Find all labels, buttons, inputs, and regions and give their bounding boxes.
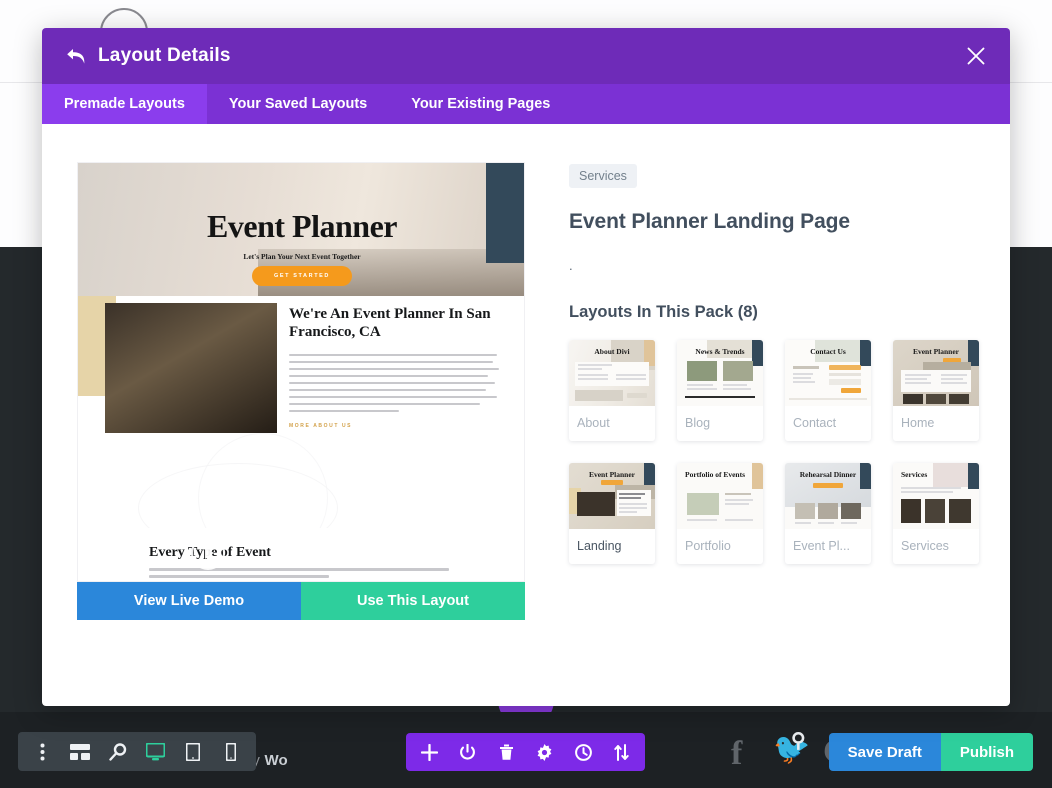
pack-heading: Layouts In This Pack (8) bbox=[569, 303, 979, 322]
layout-card-contact[interactable]: Contact Us Contact bbox=[785, 340, 871, 441]
layout-thumbnail: About Divi bbox=[569, 340, 655, 406]
screen-root: hemes | Powered by Wo f 🐦 G + ⚲ ? ◻ vM bbox=[0, 0, 1052, 788]
layout-card-home[interactable]: Event Planner bbox=[893, 340, 979, 441]
layout-card-portfolio[interactable]: Portfolio of Events Portfolio bbox=[677, 463, 763, 564]
preview-action-buttons: View Live Demo Use This Layout bbox=[77, 582, 525, 620]
layout-title: Event Planner Landing Page bbox=[569, 210, 979, 234]
layout-card-label: About bbox=[569, 406, 655, 441]
tab-your-saved-layouts[interactable]: Your Saved Layouts bbox=[207, 84, 389, 124]
layout-details-panel: Services Event Planner Landing Page . La… bbox=[569, 162, 979, 620]
modal-body: Event Planner Let's Plan Your Next Event… bbox=[42, 124, 1010, 620]
publish-button[interactable]: Publish bbox=[941, 733, 1033, 771]
search-badge-icon[interactable]: ⚲ bbox=[791, 731, 806, 751]
plus-icon[interactable] bbox=[416, 739, 442, 765]
layout-card-label: Landing bbox=[569, 529, 655, 564]
layout-thumbnail: Event Planner bbox=[569, 463, 655, 529]
layout-card-services[interactable]: Services Services bbox=[893, 463, 979, 564]
close-icon[interactable] bbox=[964, 44, 988, 68]
sort-arrows-icon[interactable] bbox=[609, 739, 635, 765]
layout-thumbnail-title: News & Trends bbox=[677, 347, 763, 356]
save-draft-button[interactable]: Save Draft bbox=[829, 733, 941, 771]
preview-mid-text: We're An Event Planner In San Francisco,… bbox=[289, 305, 501, 429]
layout-preview-panel: Event Planner Let's Plan Your Next Event… bbox=[77, 162, 525, 620]
use-this-layout-button[interactable]: Use This Layout bbox=[301, 582, 525, 620]
footer-credit-bold: Wo bbox=[264, 752, 287, 769]
preview-hero-subtitle: Let's Plan Your Next Event Together bbox=[78, 252, 525, 261]
editor-action-buttons: Save Draft Publish bbox=[829, 733, 1033, 771]
layout-details-modal: Layout Details Premade Layouts Your Save… bbox=[42, 28, 1010, 706]
desktop-icon[interactable] bbox=[143, 739, 169, 765]
layout-card-label: Contact bbox=[785, 406, 871, 441]
facebook-icon[interactable]: f bbox=[731, 737, 742, 771]
layout-card-about[interactable]: About Divi About bbox=[569, 340, 655, 441]
layout-thumbnail: Rehearsal Dinner bbox=[785, 463, 871, 529]
power-icon[interactable] bbox=[455, 739, 481, 765]
category-badge: Services bbox=[569, 164, 637, 188]
preview-hero-cta-button: GET STARTED bbox=[252, 266, 352, 286]
layout-grid-icon[interactable] bbox=[67, 739, 93, 765]
layout-thumbnail-title: Services bbox=[893, 470, 979, 479]
layout-description: . bbox=[569, 258, 979, 273]
layout-thumbnail-title: Rehearsal Dinner bbox=[785, 470, 871, 479]
layout-thumbnail-title: Event Planner bbox=[893, 347, 979, 356]
layout-thumbnail-title: Event Planner bbox=[569, 470, 655, 479]
editor-center-toolbar bbox=[406, 733, 645, 771]
layout-preview-image: Event Planner Let's Plan Your Next Event… bbox=[77, 162, 525, 582]
history-clock-icon[interactable] bbox=[570, 739, 596, 765]
layout-card-landing[interactable]: Event Planner Landing bbox=[569, 463, 655, 564]
modal-title: Layout Details bbox=[98, 45, 231, 67]
layout-thumbnail: Portfolio of Events bbox=[677, 463, 763, 529]
back-arrow-icon[interactable] bbox=[64, 44, 88, 68]
zoom-search-icon[interactable] bbox=[105, 739, 131, 765]
trash-icon[interactable] bbox=[493, 739, 519, 765]
layout-card-blog[interactable]: News & Trends Blog bbox=[677, 340, 763, 441]
preview-mid-heading: We're An Event Planner In San Francisco,… bbox=[289, 305, 501, 342]
preview-mid-link: MORE ABOUT US bbox=[289, 423, 501, 429]
tab-your-existing-pages[interactable]: Your Existing Pages bbox=[389, 84, 572, 124]
layout-thumbnail-title: Contact Us bbox=[785, 347, 871, 356]
preview-bottom-section: Every Type of Event bbox=[78, 528, 525, 582]
layout-card-label: Blog bbox=[677, 406, 763, 441]
preview-hero-section: Event Planner Let's Plan Your Next Event… bbox=[78, 163, 525, 296]
layout-thumbnail: Contact Us bbox=[785, 340, 871, 406]
modal-header: Layout Details bbox=[42, 28, 1010, 84]
gear-icon[interactable] bbox=[532, 739, 558, 765]
mobile-icon[interactable] bbox=[218, 739, 244, 765]
modal-tabbar: Premade Layouts Your Saved Layouts Your … bbox=[42, 84, 1010, 124]
layout-card-label: Event Pl... bbox=[785, 529, 871, 564]
layout-thumbnail-title: Portfolio of Events bbox=[677, 470, 763, 479]
preview-play-button[interactable] bbox=[191, 536, 225, 570]
tab-premade-layouts[interactable]: Premade Layouts bbox=[42, 84, 207, 124]
layout-thumbnail: Services bbox=[893, 463, 979, 529]
preview-mid-photo bbox=[105, 303, 277, 433]
preview-bottom-line-1 bbox=[149, 568, 449, 571]
layout-card-event-planner[interactable]: Rehearsal Dinner Event Pl... bbox=[785, 463, 871, 564]
layout-thumbnail-title: About Divi bbox=[569, 347, 655, 356]
tablet-icon[interactable] bbox=[180, 739, 206, 765]
layout-pack-grid: About Divi About bbox=[569, 340, 979, 564]
editor-left-toolbar bbox=[18, 732, 256, 771]
layout-card-label: Home bbox=[893, 406, 979, 441]
layout-thumbnail: News & Trends bbox=[677, 340, 763, 406]
preview-hero-title: Event Planner bbox=[78, 208, 525, 245]
layout-card-label: Services bbox=[893, 529, 979, 564]
layout-thumbnail: Event Planner bbox=[893, 340, 979, 406]
view-live-demo-button[interactable]: View Live Demo bbox=[77, 582, 301, 620]
layout-card-label: Portfolio bbox=[677, 529, 763, 564]
more-vertical-icon[interactable] bbox=[30, 739, 56, 765]
preview-bottom-line-2 bbox=[149, 575, 329, 578]
preview-mid-body-lines bbox=[289, 354, 501, 413]
